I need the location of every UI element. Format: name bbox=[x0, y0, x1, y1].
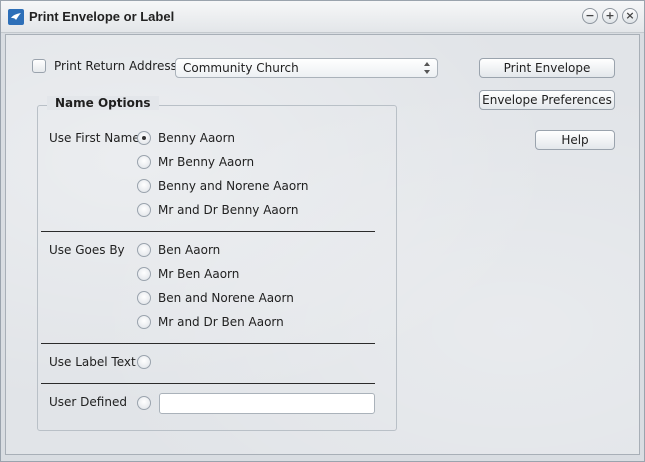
window-title: Print Envelope or Label bbox=[29, 9, 175, 24]
radio-goes-by-1[interactable] bbox=[137, 243, 151, 257]
radio-goes-by-3[interactable] bbox=[137, 291, 151, 305]
radio-first-name-4[interactable] bbox=[137, 203, 151, 217]
print-return-address-checkbox[interactable] bbox=[32, 59, 46, 73]
radio-use-label-text[interactable] bbox=[137, 355, 151, 369]
title-bar[interactable]: Print Envelope or Label − + × bbox=[1, 1, 644, 33]
section-divider bbox=[41, 231, 375, 232]
first-name-option-1: Benny Aaorn bbox=[158, 131, 235, 145]
section-divider bbox=[41, 383, 375, 384]
radio-goes-by-2[interactable] bbox=[137, 267, 151, 281]
print-envelope-window: Print Envelope or Label − + × Print Retu… bbox=[0, 0, 645, 462]
radio-first-name-1[interactable] bbox=[137, 131, 151, 145]
use-label-text-label: Use Label Text bbox=[49, 355, 136, 369]
goes-by-option-3: Ben and Norene Aaorn bbox=[158, 291, 294, 305]
first-name-option-4: Mr and Dr Benny Aaorn bbox=[158, 203, 299, 217]
user-defined-label: User Defined bbox=[49, 395, 127, 409]
radio-first-name-2[interactable] bbox=[137, 155, 151, 169]
help-button[interactable]: Help bbox=[535, 130, 615, 150]
maximize-icon[interactable]: + bbox=[602, 8, 618, 24]
first-name-option-3: Benny and Norene Aaorn bbox=[158, 179, 309, 193]
print-envelope-button[interactable]: Print Envelope bbox=[479, 58, 615, 78]
use-goes-by-label: Use Goes By bbox=[49, 243, 125, 257]
radio-goes-by-4[interactable] bbox=[137, 315, 151, 329]
dove-icon bbox=[8, 9, 24, 25]
return-address-select-value: Community Church bbox=[183, 61, 299, 75]
user-defined-input[interactable] bbox=[159, 393, 375, 414]
minimize-icon[interactable]: − bbox=[582, 8, 598, 24]
name-options-legend: Name Options bbox=[47, 96, 159, 110]
radio-user-defined[interactable] bbox=[137, 396, 151, 410]
use-first-name-label: Use First Name bbox=[49, 131, 140, 145]
radio-first-name-3[interactable] bbox=[137, 179, 151, 193]
close-icon[interactable]: × bbox=[622, 8, 638, 24]
return-address-select[interactable]: Community Church bbox=[175, 58, 438, 78]
updown-arrows-icon bbox=[424, 62, 430, 74]
goes-by-option-4: Mr and Dr Ben Aaorn bbox=[158, 315, 284, 329]
first-name-option-2: Mr Benny Aaorn bbox=[158, 155, 255, 169]
print-return-address-label: Print Return Address bbox=[54, 59, 177, 73]
radio-selected-dot bbox=[142, 136, 146, 140]
section-divider bbox=[41, 343, 375, 344]
envelope-preferences-button[interactable]: Envelope Preferences bbox=[479, 90, 615, 110]
goes-by-option-1: Ben Aaorn bbox=[158, 243, 221, 257]
goes-by-option-2: Mr Ben Aaorn bbox=[158, 267, 240, 281]
